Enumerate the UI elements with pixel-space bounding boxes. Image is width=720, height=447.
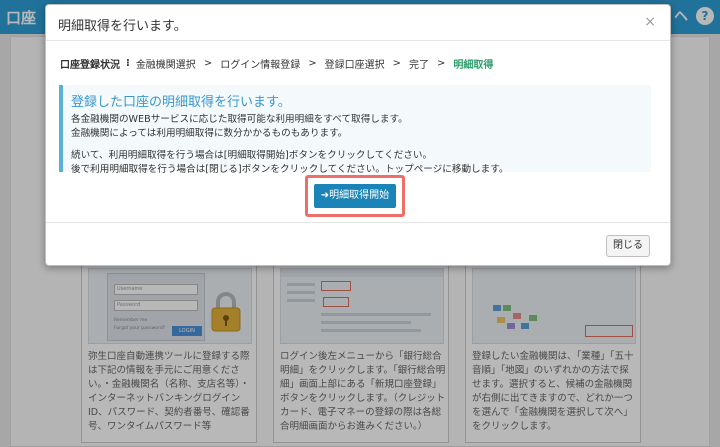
dialog-footer-divider [46, 222, 670, 223]
info-panel: 登録した口座の明細取得を行います。 各金融機関のWEBサービスに応じた取得可能な… [59, 85, 651, 175]
dialog-header: 明細取得を行います。 × [46, 5, 670, 41]
info-line: 各金融機関のWEBサービスに応じた取得可能な利用明細をすべて取得します。 [71, 114, 408, 125]
start-fetch-button[interactable]: ➜明細取得開始 [314, 184, 396, 208]
chevron-right-icon: > [203, 58, 213, 69]
start-button-highlight: ➜明細取得開始 [305, 175, 405, 217]
step-login-info: ログイン情報登録 [220, 60, 301, 71]
chevron-right-icon: > [436, 58, 446, 69]
fetch-statements-dialog: 明細取得を行います。 × 口座登録状況 ⁝ 金融機関選択 > ログイン情報登録 … [45, 4, 671, 266]
info-line: 続いて、利用明細取得を行う場合は[明細取得開始]ボタンをクリックしてください。 [71, 150, 433, 161]
info-line: 金融機関によっては利用明細取得に数分かかるものもあります。 [71, 128, 348, 139]
step-account-select: 登録口座選択 [324, 60, 385, 71]
close-icon[interactable]: × [644, 14, 656, 30]
step-bank-select: 金融機関選択 [135, 60, 196, 71]
progress-separator: ⁝ [126, 58, 130, 69]
step-fetch-statements: 明細取得 [453, 60, 494, 71]
step-complete: 完了 [408, 60, 429, 71]
dialog-title: 明細取得を行います。 [58, 19, 187, 34]
chevron-right-icon: > [308, 58, 317, 69]
chevron-right-icon: > [392, 58, 401, 69]
progress-steps: 口座登録状況 ⁝ 金融機関選択 > ログイン情報登録 > 登録口座選択 > 完了… [60, 56, 493, 71]
close-button[interactable]: 閉じる [606, 235, 650, 257]
progress-status-label: 口座登録状況 [60, 60, 120, 71]
info-heading: 登録した口座の明細取得を行います。 [71, 95, 291, 110]
